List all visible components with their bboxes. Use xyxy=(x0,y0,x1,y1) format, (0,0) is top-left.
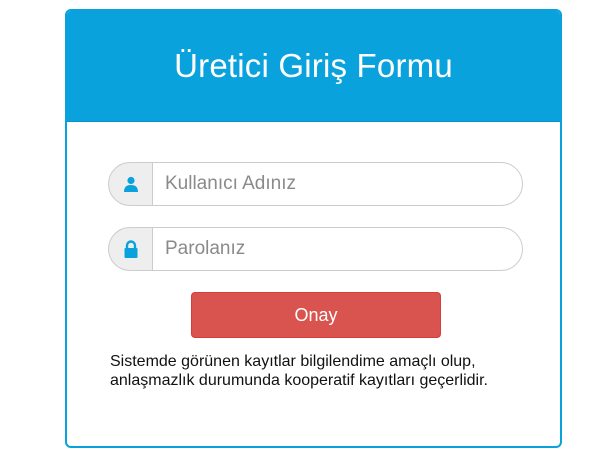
login-panel: Üretici Giriş Formu Onay Sistemde görün xyxy=(65,9,562,448)
username-addon xyxy=(108,162,152,206)
username-input[interactable] xyxy=(152,162,523,206)
user-icon xyxy=(123,176,139,192)
password-input[interactable] xyxy=(152,227,523,271)
confirm-button[interactable]: Onay xyxy=(191,292,441,338)
password-input-group xyxy=(108,227,523,271)
username-input-group xyxy=(108,162,523,206)
panel-header: Üretici Giriş Formu xyxy=(67,11,560,122)
lock-icon xyxy=(123,240,139,258)
form-title: Üretici Giriş Formu xyxy=(174,47,453,84)
password-addon xyxy=(108,227,152,271)
info-notice: Sistemde görünen kayıtlar bilgilendime a… xyxy=(110,353,488,389)
